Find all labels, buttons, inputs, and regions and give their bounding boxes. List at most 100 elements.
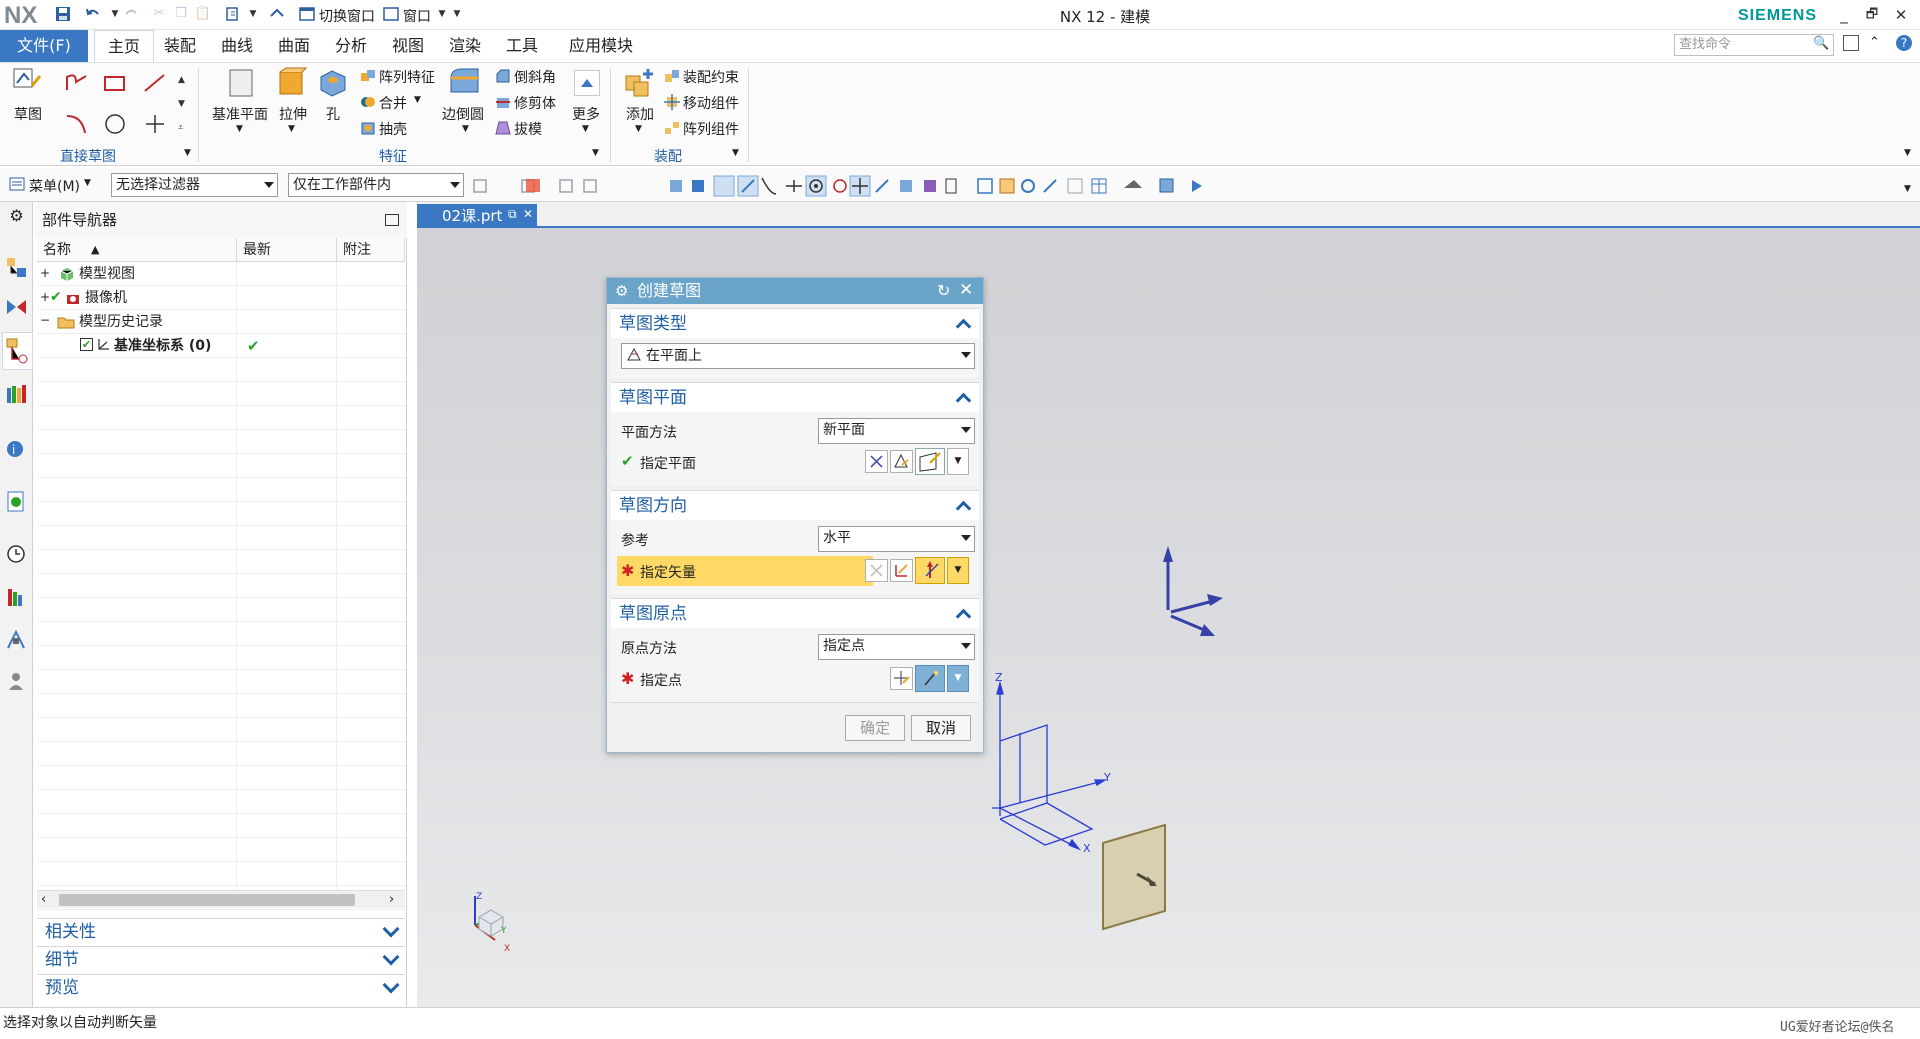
ok-button[interactable]: 确定 (845, 715, 905, 741)
unite-dropdown-icon[interactable]: ▼ (414, 95, 421, 105)
tab-curve[interactable]: 曲线 (215, 30, 259, 62)
chamfer-label[interactable]: 倒斜角 (514, 67, 556, 87)
visibility-checkbox[interactable]: ✔ (80, 338, 93, 351)
unite-label[interactable]: 合并 (379, 93, 407, 113)
tree-item-model-history[interactable]: 模型历史记录 (79, 310, 163, 334)
datum-plane-icon[interactable] (226, 66, 256, 104)
role-icon[interactable] (5, 670, 28, 693)
assembly-navigator-icon[interactable] (5, 256, 28, 279)
rectangle-icon[interactable] (102, 74, 128, 98)
switch-window-icon[interactable] (298, 5, 316, 23)
touch-mode-icon[interactable] (224, 5, 242, 23)
point-options-dropdown-icon[interactable]: ▼ (947, 665, 969, 692)
chamfer-icon[interactable] (495, 68, 511, 88)
switch-window-label[interactable]: 切换窗口 (319, 6, 375, 26)
more-features-label[interactable]: 更多 (572, 104, 600, 124)
minimize-button[interactable]: _ (1832, 4, 1856, 26)
point-dialog-icon[interactable] (890, 667, 913, 690)
expand-icon[interactable]: + (40, 266, 50, 280)
vector-dialog-icon[interactable] (890, 559, 913, 582)
pattern-component-label[interactable]: 阵列组件 (683, 119, 739, 139)
type-filter-select[interactable]: 无选择过滤器 (111, 173, 278, 197)
sketch-gallery-scroll-icon[interactable]: ▲ ▼ ⩡ (178, 68, 185, 140)
reuse-library-icon[interactable] (5, 382, 28, 405)
plane-options-dropdown-icon[interactable]: ▼ (947, 448, 969, 475)
web-browser-icon[interactable] (5, 490, 28, 513)
scroll-left-icon[interactable]: ‹ (41, 892, 46, 907)
save-icon[interactable] (54, 5, 72, 23)
resource-bar-settings-icon[interactable]: ⚙ (5, 206, 28, 229)
menu-icon[interactable] (8, 175, 26, 197)
assembly-constraint-icon[interactable] (664, 68, 680, 88)
repeat-command-icon[interactable] (268, 5, 286, 23)
pattern-feature-label[interactable]: 阵列特征 (379, 67, 435, 87)
search-icon[interactable]: 🔍 (1813, 36, 1829, 51)
tree-item-datum-csys[interactable]: 基准坐标系 (0) (114, 334, 211, 358)
ribbon-options-icon[interactable] (1843, 35, 1859, 51)
document-tab[interactable]: 02课.prt (417, 204, 537, 228)
vector-options-dropdown-icon[interactable]: ▼ (947, 557, 969, 584)
inferred-point-icon[interactable] (915, 665, 945, 692)
tab-application[interactable]: 应用模块 (563, 30, 639, 62)
add-component-label[interactable]: 添加 (626, 104, 654, 124)
tab-assemblies[interactable]: 装配 (158, 30, 202, 62)
sketch-origin-section[interactable]: 草图原点 (611, 598, 979, 628)
inferred-vector-icon[interactable] (915, 557, 945, 584)
inferred-plane-icon[interactable] (915, 448, 945, 475)
sketch-type-select[interactable]: 在平面上 (621, 343, 975, 369)
draft-label[interactable]: 拔模 (514, 119, 542, 139)
restore-button[interactable]: 🗗 (1860, 4, 1884, 26)
draft-icon[interactable] (495, 120, 511, 140)
constraint-navigator-icon[interactable] (5, 296, 28, 319)
selection-toolbar-icons[interactable] (470, 174, 1330, 202)
shell-label[interactable]: 抽壳 (379, 119, 407, 139)
tree-item-cameras[interactable]: 摄像机 (85, 286, 127, 310)
scroll-right-icon[interactable]: › (389, 892, 394, 907)
hole-icon[interactable] (318, 68, 348, 102)
ribbon-options-dropdown-icon[interactable]: ▼ (1904, 148, 1911, 158)
sketch-plane-section[interactable]: 草图平面 (611, 382, 979, 412)
extrude-dropdown-icon[interactable]: ▼ (288, 124, 295, 134)
arc-icon[interactable] (64, 112, 90, 140)
touch-dropdown-icon[interactable]: ▼ (244, 5, 262, 23)
collapse-icon[interactable]: − (40, 313, 50, 327)
datum-csys[interactable] (992, 680, 1108, 851)
hole-label[interactable]: 孔 (326, 104, 340, 124)
vector-deselect-icon[interactable] (865, 559, 888, 582)
selection-scope-select[interactable]: 仅在工作部件内 (288, 173, 464, 197)
origin-method-select[interactable]: 指定点 (818, 634, 975, 660)
main-menu-dropdown-icon[interactable]: ▼ (84, 178, 91, 188)
pattern-feature-icon[interactable] (360, 68, 376, 88)
datum-plane[interactable] (1102, 823, 1166, 931)
edge-blend-dropdown-icon[interactable]: ▼ (462, 124, 469, 134)
unite-icon[interactable] (360, 94, 376, 114)
tree-item-model-views[interactable]: 模型视图 (79, 262, 135, 286)
move-component-label[interactable]: 移动组件 (683, 93, 739, 113)
tab-view[interactable]: 视图 (386, 30, 430, 62)
view-triad[interactable] (474, 896, 504, 941)
circle-icon[interactable] (102, 112, 128, 140)
point-icon[interactable] (142, 112, 168, 140)
reference-select[interactable]: 水平 (818, 526, 975, 552)
move-component-icon[interactable] (664, 94, 680, 114)
column-header-note[interactable]: 附注 (337, 238, 405, 262)
datum-plane-dropdown-icon[interactable]: ▼ (236, 124, 243, 134)
trim-body-icon[interactable] (495, 94, 511, 114)
extrude-label[interactable]: 拉伸 (279, 104, 307, 124)
trim-body-label[interactable]: 修剪体 (514, 93, 556, 113)
selection-bar-options-icon[interactable]: ▼ (1904, 184, 1911, 194)
plane-deselect-icon[interactable] (865, 450, 888, 473)
pattern-component-icon[interactable] (664, 120, 680, 140)
sketch-orientation-section[interactable]: 草图方向 (611, 490, 979, 520)
assembly-group-dropdown-icon[interactable]: ▼ (732, 148, 739, 158)
column-header-name[interactable]: 名称 ▲ (37, 238, 237, 262)
plane-method-select[interactable]: 新平面 (818, 418, 975, 444)
reset-icon[interactable]: ↻ (937, 281, 950, 300)
history-icon[interactable] (5, 542, 28, 565)
assembly-constraint-label[interactable]: 装配约束 (683, 67, 739, 87)
cancel-button[interactable]: 取消 (911, 715, 971, 741)
tab-analysis[interactable]: 分析 (329, 30, 373, 62)
line-icon[interactable] (142, 72, 168, 98)
expand-icon[interactable]: + (40, 290, 50, 304)
shell-icon[interactable] (360, 120, 376, 140)
